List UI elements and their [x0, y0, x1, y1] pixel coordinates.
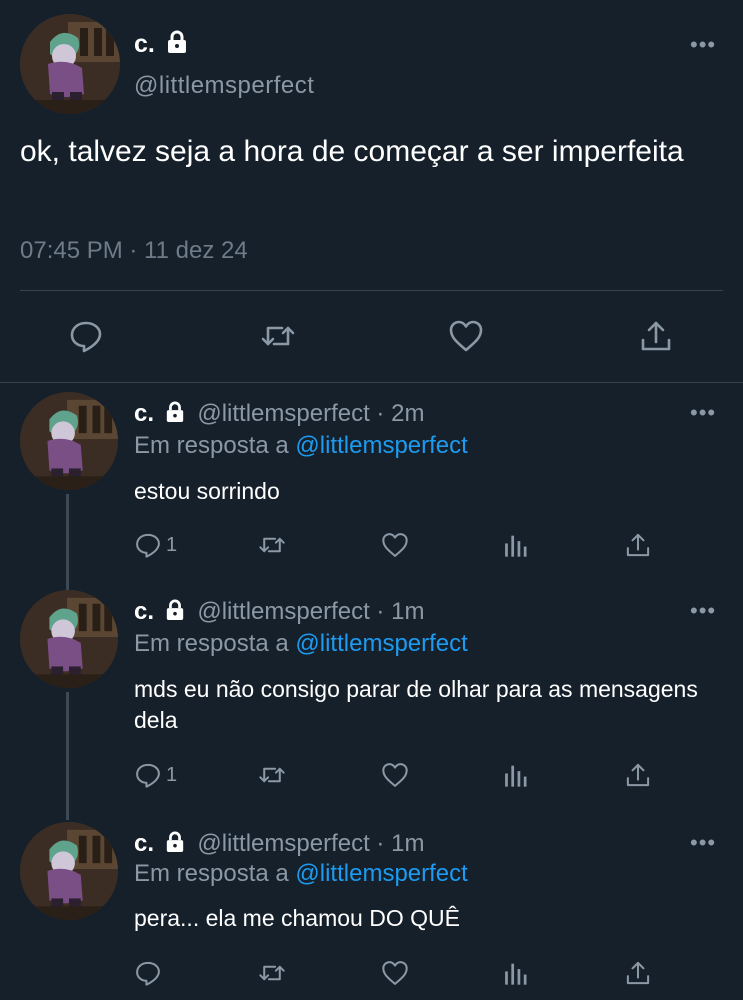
reply-header: c. @littlemsperfect · 2m	[134, 400, 424, 428]
display-name[interactable]: c.	[134, 598, 154, 625]
reply-prefix: Em resposta a	[134, 432, 289, 459]
avatar[interactable]	[20, 822, 118, 920]
like-icon	[382, 533, 408, 557]
reply-context: Em resposta a @littlemsperfect	[134, 860, 468, 888]
share-button[interactable]	[624, 530, 652, 560]
avatar-image	[20, 14, 120, 114]
reply-context: Em resposta a @littlemsperfect	[134, 432, 468, 460]
more-dots-icon[interactable]: •••	[690, 832, 716, 854]
handle-time[interactable]: @littlemsperfect · 1m	[197, 830, 424, 857]
avatar-image	[20, 590, 118, 688]
like-button[interactable]	[381, 958, 409, 988]
reply-to-link[interactable]: @littlemsperfect	[295, 860, 467, 887]
tweet-text: ok, talvez seja a hora de começar a ser …	[20, 135, 684, 168]
reply-count: 1	[166, 533, 178, 556]
retweet-icon	[259, 537, 285, 553]
avatar-image	[20, 392, 118, 490]
thread-line	[66, 692, 69, 820]
analytics-icon	[505, 963, 527, 985]
reply-button[interactable]	[134, 958, 166, 988]
avatar-image	[20, 822, 118, 920]
reply-header: c. @littlemsperfect · 1m	[134, 830, 424, 858]
retweet-icon[interactable]	[260, 318, 296, 354]
tweet-timestamp[interactable]: 07:45 PM · 11 dez 24	[20, 237, 248, 265]
share-button[interactable]	[624, 958, 652, 988]
analytics-button[interactable]	[502, 530, 530, 560]
divider	[0, 382, 743, 383]
reply-prefix: Em resposta a	[134, 860, 289, 887]
retweet-button[interactable]	[258, 760, 286, 790]
share-button[interactable]	[624, 760, 652, 790]
like-icon	[382, 961, 408, 985]
lock-icon	[166, 831, 183, 852]
reply-button[interactable]: 1	[134, 760, 177, 790]
reply-text: pera... ela me chamou DO QUÊ	[134, 905, 460, 931]
share-icon	[626, 763, 650, 787]
avatar[interactable]	[20, 392, 118, 490]
more-dots-icon[interactable]: •••	[690, 34, 716, 56]
reply-icon[interactable]	[68, 318, 104, 354]
share-icon[interactable]	[638, 318, 674, 354]
reply-to-link[interactable]: @littlemsperfect	[295, 432, 467, 459]
lock-icon	[166, 401, 183, 422]
like-button[interactable]	[381, 760, 409, 790]
retweet-button[interactable]	[258, 530, 286, 560]
more-dots-icon[interactable]: •••	[690, 600, 716, 622]
handle-time[interactable]: @littlemsperfect · 2m	[197, 400, 424, 427]
share-icon	[626, 533, 650, 557]
reply-count: 1	[166, 763, 178, 786]
avatar[interactable]	[20, 590, 118, 688]
display-name[interactable]: c.	[134, 30, 188, 59]
more-dots-icon[interactable]: •••	[690, 402, 716, 424]
display-name[interactable]: c.	[134, 830, 154, 857]
analytics-icon	[505, 765, 527, 787]
handle[interactable]: @littlemsperfect	[134, 72, 314, 100]
lock-icon	[167, 30, 186, 54]
display-name[interactable]: c.	[134, 400, 154, 427]
like-icon	[382, 763, 408, 787]
retweet-icon	[259, 767, 285, 783]
analytics-icon	[505, 535, 527, 557]
reply-text: mds eu não consigo parar de olhar para a…	[134, 676, 698, 733]
avatar[interactable]	[20, 14, 120, 114]
display-name-text[interactable]: c.	[134, 30, 155, 58]
retweet-icon	[259, 965, 285, 981]
reply-button[interactable]: 1	[134, 530, 177, 560]
analytics-button[interactable]	[502, 958, 530, 988]
lock-icon	[166, 599, 183, 620]
like-button[interactable]	[381, 530, 409, 560]
thread-line	[66, 494, 69, 590]
reply-text: estou sorrindo	[134, 478, 280, 504]
reply-header: c. @littlemsperfect · 1m	[134, 598, 424, 626]
reply-icon	[136, 961, 160, 986]
reply-icon	[136, 763, 160, 788]
analytics-button[interactable]	[502, 760, 530, 790]
reply-context: Em resposta a @littlemsperfect	[134, 630, 468, 658]
reply-icon	[136, 533, 160, 558]
reply-to-link[interactable]: @littlemsperfect	[295, 630, 467, 657]
share-icon	[626, 961, 650, 985]
retweet-button[interactable]	[258, 958, 286, 988]
handle-time[interactable]: @littlemsperfect · 1m	[197, 598, 424, 625]
reply-prefix: Em resposta a	[134, 630, 289, 657]
like-icon[interactable]	[448, 318, 484, 354]
divider	[20, 290, 723, 291]
